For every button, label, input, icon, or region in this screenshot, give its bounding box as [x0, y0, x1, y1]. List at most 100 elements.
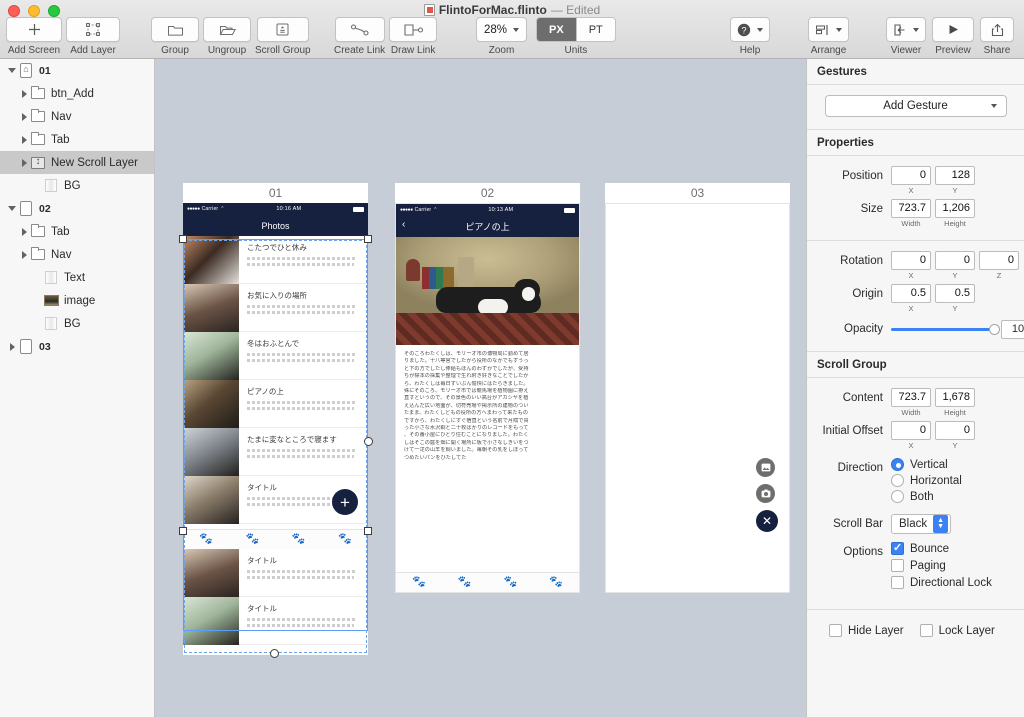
layer-row-new-scroll-layer[interactable]: New Scroll Layer: [0, 151, 154, 174]
stepper-icon[interactable]: ▲ ▼: [933, 515, 949, 533]
preview-button[interactable]: [932, 17, 974, 42]
tab-paw-4-icon[interactable]: 🐾: [549, 577, 563, 588]
tab-paw-3-icon[interactable]: 🐾: [504, 577, 518, 588]
radio-both[interactable]: [891, 490, 904, 503]
units-px-button[interactable]: PX: [537, 18, 577, 41]
disclosure-triangle-icon[interactable]: [6, 342, 18, 351]
disclosure-triangle-icon[interactable]: [18, 227, 30, 236]
create-link-button[interactable]: [334, 17, 385, 42]
group-tool[interactable]: Group: [151, 17, 199, 56]
resize-handle-top-left[interactable]: [179, 235, 187, 243]
inspector-panel[interactable]: Gestures Add Gesture Properties Position…: [806, 59, 1024, 717]
layer-row-tab[interactable]: Tab: [0, 220, 154, 243]
radio-vertical[interactable]: [891, 458, 904, 471]
layer-row-bg[interactable]: BG: [0, 174, 154, 197]
checkbox-bounce[interactable]: [891, 541, 904, 555]
viewer-tool[interactable]: Viewer: [886, 17, 926, 56]
camera-button[interactable]: [756, 484, 775, 503]
arrange-tool[interactable]: Arrange: [808, 17, 849, 56]
help-button[interactable]: ?: [730, 17, 770, 42]
direction-vertical-option[interactable]: Vertical: [891, 458, 962, 471]
position-x-input[interactable]: 0: [891, 166, 931, 185]
layer-row-nav[interactable]: Nav: [0, 243, 154, 266]
layer-row-image[interactable]: image: [0, 289, 154, 312]
artboard-01[interactable]: 01 ●●●●● Carrier ⌃ 10:16 AM Photos こたつでひ…: [179, 183, 373, 658]
scroll-group-button[interactable]: [256, 17, 309, 42]
disclosure-triangle-icon[interactable]: [18, 112, 30, 121]
checkbox-directional-lock[interactable]: [891, 576, 904, 589]
resize-handle-top-right[interactable]: [364, 235, 372, 243]
add-layer-tool[interactable]: Add Layer: [66, 17, 120, 56]
lock-layer-option[interactable]: Lock Layer: [919, 624, 995, 637]
tab-paw-1-icon[interactable]: 🐾: [199, 534, 213, 545]
tab-paw-4-icon[interactable]: 🐾: [338, 534, 352, 545]
direction-horizontal-option[interactable]: Horizontal: [891, 474, 962, 487]
units-pt-button[interactable]: PT: [576, 18, 615, 41]
origin-x-input[interactable]: 0.5: [891, 284, 931, 303]
layer-row-03[interactable]: 03: [0, 335, 154, 358]
disclosure-triangle-icon[interactable]: [18, 158, 30, 167]
scroll-group-tool[interactable]: Scroll Group: [255, 17, 311, 56]
share-tool[interactable]: Share: [980, 17, 1014, 56]
layer-row-nav[interactable]: Nav: [0, 105, 154, 128]
checkbox-lock-layer[interactable]: [919, 624, 933, 637]
draw-link-button[interactable]: [389, 17, 438, 42]
design-canvas[interactable]: 01 ●●●●● Carrier ⌃ 10:16 AM Photos こたつでひ…: [155, 59, 806, 717]
content-width-input[interactable]: 723.7: [891, 388, 931, 407]
layer-row-01[interactable]: 01: [0, 59, 154, 82]
disclosure-triangle-icon[interactable]: [18, 135, 30, 144]
initial-offset-y-input[interactable]: 0: [935, 421, 975, 440]
viewer-button[interactable]: [886, 17, 926, 42]
opacity-slider-knob[interactable]: [989, 323, 1000, 335]
content-height-input[interactable]: 1,678: [935, 388, 975, 407]
add-layer-button[interactable]: [66, 17, 120, 42]
photo-list-01[interactable]: こたつでひと休み お気に入りの場所 冬はおふとんで ピアノの上 たまに変なところで寝ます…: [183, 236, 368, 524]
layer-row-text[interactable]: Text: [0, 266, 154, 289]
rotation-z-input[interactable]: 0: [979, 251, 1019, 270]
artboard-02[interactable]: 02 ●●●●● Carrier ⌃ 10:13 AM ‹ ピアノの上 そのころ…: [395, 183, 580, 593]
photo-list-item-overflow[interactable]: タイトル: [183, 597, 368, 645]
checkbox-paging[interactable]: [891, 559, 904, 572]
layer-tree-sidebar[interactable]: 01btn_AddNavTabNew Scroll LayerBG02TabNa…: [0, 59, 155, 717]
draw-link-tool[interactable]: Draw Link: [389, 17, 438, 56]
paging-option[interactable]: Paging: [891, 559, 992, 572]
tab-paw-3-icon[interactable]: 🐾: [292, 534, 306, 545]
help-tool[interactable]: ? Help: [730, 17, 770, 56]
photo-list-item-overflow[interactable]: タイトル: [183, 549, 368, 597]
tab-bar-01[interactable]: 🐾 🐾 🐾 🐾: [183, 529, 368, 549]
group-button[interactable]: [151, 17, 199, 42]
size-width-input[interactable]: 723.7: [891, 199, 931, 218]
tab-paw-2-icon[interactable]: 🐾: [246, 534, 260, 545]
tab-paw-2-icon[interactable]: 🐾: [458, 577, 472, 588]
ungroup-tool[interactable]: Ungroup: [203, 17, 251, 56]
units-tool[interactable]: PX PT Units: [536, 17, 616, 56]
scroll-content-handle[interactable]: [270, 649, 279, 658]
position-y-input[interactable]: 128: [935, 166, 975, 185]
tab-bar-02[interactable]: 🐾 🐾 🐾 🐾: [396, 572, 579, 592]
share-button[interactable]: [980, 17, 1014, 42]
disclosure-triangle-icon[interactable]: [6, 68, 18, 73]
photo-list-item[interactable]: お気に入りの場所: [183, 284, 368, 332]
zoom-tool[interactable]: 28% Zoom: [476, 17, 528, 56]
bounce-option[interactable]: Bounce: [891, 541, 992, 555]
hide-layer-option[interactable]: Hide Layer: [829, 624, 904, 637]
directional-lock-option[interactable]: Directional Lock: [891, 576, 992, 589]
disclosure-triangle-icon[interactable]: [18, 89, 30, 98]
opacity-input[interactable]: 100%: [1001, 319, 1024, 339]
layer-row-02[interactable]: 02: [0, 197, 154, 220]
layer-row-btn-add[interactable]: btn_Add: [0, 82, 154, 105]
photo-library-button[interactable]: [756, 458, 775, 477]
artboard-03[interactable]: 03 ✕: [605, 183, 790, 593]
disclosure-triangle-icon[interactable]: [18, 250, 30, 259]
units-segmented-control[interactable]: PX PT: [536, 17, 616, 42]
checkbox-hide-layer[interactable]: [829, 624, 842, 637]
add-gesture-select[interactable]: Add Gesture: [824, 95, 1007, 117]
photo-list-item[interactable]: たまに変なところで寝ます: [183, 428, 368, 476]
close-fab[interactable]: ✕: [756, 510, 778, 532]
scroll-bar-select[interactable]: Black ▲ ▼: [891, 514, 952, 534]
origin-y-input[interactable]: 0.5: [935, 284, 975, 303]
size-height-input[interactable]: 1,206: [935, 199, 975, 218]
disclosure-triangle-icon[interactable]: [6, 206, 18, 211]
layer-row-bg[interactable]: BG: [0, 312, 154, 335]
rotation-y-input[interactable]: 0: [935, 251, 975, 270]
